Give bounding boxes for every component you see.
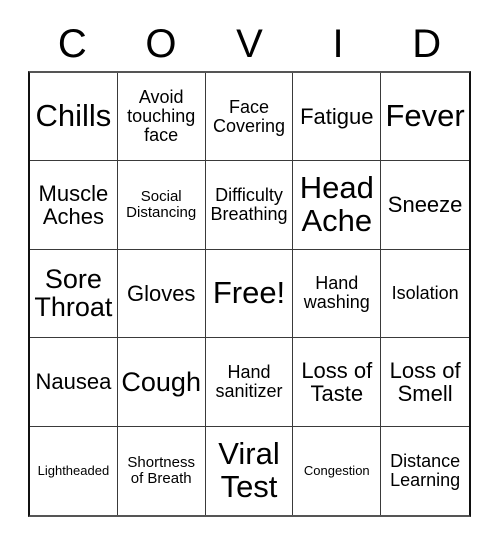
header-letter-3: V bbox=[236, 21, 263, 66]
bingo-cell[interactable]: Avoid touching face bbox=[117, 73, 206, 162]
bingo-card: C O V I D Chills Avoid touching face Fac… bbox=[0, 0, 500, 544]
bingo-cell[interactable]: Loss of Smell bbox=[381, 338, 469, 427]
bingo-cell[interactable]: Chills bbox=[30, 73, 118, 162]
bingo-cell[interactable]: Social Distancing bbox=[117, 161, 206, 250]
header-letter-1: C bbox=[57, 21, 87, 66]
bingo-cell-label: Isolation bbox=[391, 282, 459, 303]
bingo-cell[interactable]: Viral Test bbox=[205, 426, 294, 515]
bingo-cell-free[interactable]: Free! bbox=[205, 249, 294, 339]
bingo-cell-label: Shortness of Breath bbox=[127, 453, 195, 487]
bingo-cell-label: Congestion bbox=[303, 462, 370, 478]
header-letter-4: I bbox=[332, 21, 344, 66]
header-letter-2: O bbox=[145, 21, 177, 66]
bingo-cell-label: Distance Learning bbox=[390, 450, 461, 490]
bingo-cell[interactable]: Distance Learning bbox=[381, 426, 469, 515]
bingo-cell[interactable]: Gloves bbox=[117, 249, 206, 339]
bingo-cell-label: Nausea bbox=[35, 369, 112, 395]
bingo-cell-label: Hand washing bbox=[303, 273, 370, 313]
bingo-cell-label: Viral Test bbox=[218, 435, 280, 504]
bingo-cell-label: Loss of Smell bbox=[389, 357, 461, 406]
bingo-cell[interactable]: Muscle Aches bbox=[30, 161, 118, 250]
bingo-cell-label: Lightheaded bbox=[37, 462, 110, 478]
bingo-cell[interactable]: Sneeze bbox=[381, 161, 469, 250]
bingo-cell[interactable]: Head Ache bbox=[293, 161, 382, 250]
bingo-cell[interactable]: Lightheaded bbox=[30, 426, 118, 515]
bingo-cell[interactable]: Loss of Taste bbox=[293, 338, 382, 427]
bingo-cell-label: Hand sanitizer bbox=[215, 361, 283, 401]
bingo-cell[interactable]: Hand washing bbox=[293, 249, 382, 339]
bingo-cell[interactable]: Fatigue bbox=[293, 73, 382, 162]
bingo-cell-label: Difficulty Breathing bbox=[210, 185, 288, 225]
bingo-cell-label: Muscle Aches bbox=[38, 180, 109, 230]
bingo-cell[interactable]: Nausea bbox=[30, 338, 118, 427]
bingo-grid: Chills Avoid touching face Face Covering… bbox=[28, 71, 471, 517]
bingo-cell[interactable]: Fever bbox=[381, 73, 469, 162]
bingo-cell-label: Sneeze bbox=[387, 192, 463, 218]
bingo-cell-label: Free! bbox=[212, 275, 286, 311]
bingo-cell[interactable]: Difficulty Breathing bbox=[205, 161, 294, 250]
bingo-cell-label: Chills bbox=[35, 98, 112, 134]
bingo-cell-label: Avoid touching face bbox=[127, 87, 196, 146]
bingo-cell[interactable]: Shortness of Breath bbox=[117, 426, 206, 515]
bingo-cell[interactable]: Face Covering bbox=[205, 73, 294, 162]
bingo-cell-label: Sore Throat bbox=[34, 263, 113, 323]
header-letter-5: D bbox=[412, 21, 442, 66]
bingo-cell-label: Fatigue bbox=[300, 104, 374, 130]
bingo-cell[interactable]: Hand sanitizer bbox=[205, 338, 294, 427]
bingo-cell-label: Cough bbox=[121, 366, 201, 397]
bingo-cell[interactable]: Congestion bbox=[293, 426, 382, 515]
bingo-cell[interactable]: Sore Throat bbox=[30, 249, 118, 339]
bingo-cell[interactable]: Cough bbox=[117, 338, 206, 427]
bingo-cell-label: Head Ache bbox=[299, 170, 374, 239]
bingo-cell[interactable]: Isolation bbox=[381, 249, 469, 339]
bingo-cell-label: Social Distancing bbox=[126, 188, 197, 222]
bingo-cell-label: Gloves bbox=[126, 280, 196, 306]
bingo-cell-label: Loss of Taste bbox=[301, 357, 373, 406]
bingo-cell-label: Face Covering bbox=[212, 96, 286, 136]
bingo-cell-label: Fever bbox=[385, 98, 465, 134]
bingo-header: C O V I D bbox=[28, 16, 471, 71]
